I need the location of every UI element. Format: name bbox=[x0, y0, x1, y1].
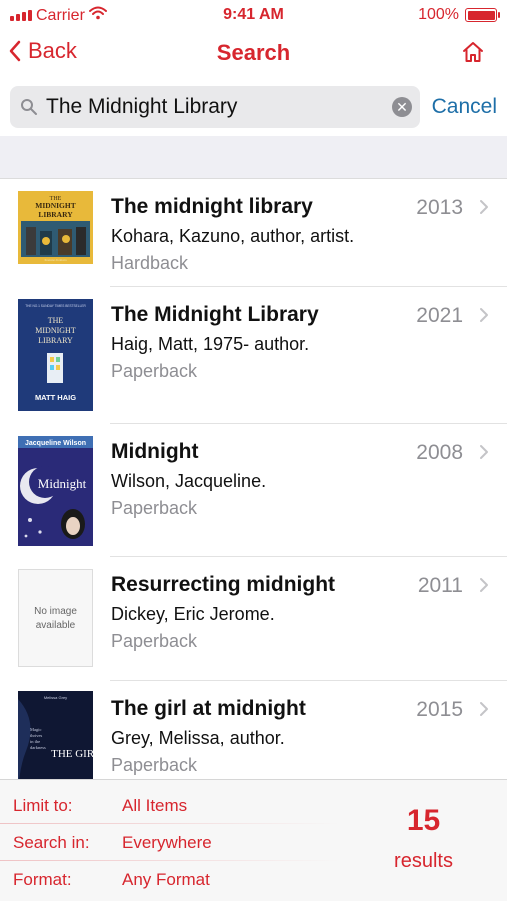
search-bar: The Midnight Library ✕ Cancel bbox=[0, 78, 507, 136]
section-spacer bbox=[0, 136, 507, 179]
result-title: The Midnight Library bbox=[111, 303, 319, 326]
search-icon bbox=[21, 99, 37, 115]
status-bar: Carrier 9:41 AM 100% bbox=[0, 0, 507, 30]
result-title: Midnight bbox=[111, 440, 199, 463]
chevron-right-icon bbox=[480, 578, 488, 592]
battery-icon bbox=[465, 8, 500, 22]
result-author: Grey, Melissa, author. bbox=[111, 728, 285, 748]
result-title: The girl at midnight bbox=[111, 697, 306, 720]
filter-label: Limit to: bbox=[13, 796, 73, 815]
cover-text: Melissa Grey bbox=[44, 695, 67, 700]
chevron-right-icon bbox=[480, 200, 488, 214]
result-format: Paperback bbox=[111, 631, 198, 651]
book-cover-image: THE NO.1 SUNDAY TIMES BESTSELLER THE MID… bbox=[18, 299, 93, 411]
filter-divider bbox=[0, 823, 340, 824]
cover-text: thrives bbox=[30, 733, 42, 738]
chevron-right-icon bbox=[480, 702, 488, 716]
result-title: The midnight library bbox=[111, 195, 313, 218]
cover-text: THE NO.1 SUNDAY TIMES BESTSELLER bbox=[25, 304, 86, 308]
result-format: Paperback bbox=[111, 498, 198, 518]
results-list: THE MIDNIGHT LIBRARY Kazuno Kohara The m… bbox=[0, 179, 507, 779]
home-icon bbox=[463, 42, 483, 62]
cover-text: No image bbox=[34, 606, 77, 617]
book-cover-image: Jacqueline Wilson Midnight bbox=[18, 436, 93, 546]
result-format: Paperback bbox=[111, 755, 198, 775]
result-title: Resurrecting midnight bbox=[111, 573, 336, 596]
result-year: 2011 bbox=[417, 574, 463, 597]
search-query: The Midnight Library bbox=[46, 95, 238, 118]
filter-value: Any Format bbox=[122, 870, 210, 889]
cover-text: Midnight bbox=[38, 476, 87, 491]
cover-text: THE bbox=[48, 316, 64, 325]
filter-value: Everywhere bbox=[122, 833, 212, 852]
cover-text: in the bbox=[30, 739, 40, 744]
result-author: Dickey, Eric Jerome. bbox=[111, 604, 275, 624]
result-year: 2015 bbox=[416, 698, 463, 721]
filter-label: Format: bbox=[13, 870, 72, 889]
result-format: Hardback bbox=[111, 253, 189, 273]
result-year: 2021 bbox=[416, 304, 463, 327]
result-author: Haig, Matt, 1975- author. bbox=[111, 334, 310, 354]
result-row[interactable]: THE NO.1 SUNDAY TIMES BESTSELLER THE MID… bbox=[0, 287, 507, 424]
book-cover-image: THE MIDNIGHT LIBRARY Kazuno Kohara bbox=[18, 191, 93, 264]
result-row[interactable]: No image available Resurrecting midnight… bbox=[0, 557, 507, 681]
clear-icon[interactable]: ✕ bbox=[392, 97, 412, 117]
filter-value: All Items bbox=[122, 796, 188, 815]
search-input[interactable]: The Midnight Library ✕ bbox=[10, 86, 420, 128]
cover-text: Kazuno Kohara bbox=[44, 258, 67, 262]
cancel-button[interactable]: Cancel bbox=[432, 95, 497, 119]
result-author: Wilson, Jacqueline. bbox=[111, 471, 267, 491]
book-cover-image: Melissa Grey Magic thrives in the darkne… bbox=[18, 691, 93, 779]
no-image-placeholder: No image available bbox=[18, 569, 93, 667]
chevron-right-icon bbox=[480, 445, 488, 459]
home-button[interactable] bbox=[461, 40, 485, 69]
cover-text: Jacqueline Wilson bbox=[25, 440, 86, 447]
cover-text: darkness bbox=[30, 745, 46, 750]
battery-fill bbox=[467, 10, 495, 20]
result-row[interactable]: THE MIDNIGHT LIBRARY Kazuno Kohara The m… bbox=[0, 179, 507, 287]
page-title: Search bbox=[216, 40, 291, 65]
cover-text: Magic bbox=[30, 727, 42, 732]
status-right: 100% bbox=[418, 6, 500, 24]
result-row[interactable]: Jacqueline Wilson Midnight Midnight Wils… bbox=[0, 424, 507, 557]
result-author: Kohara, Kazuno, author, artist. bbox=[111, 226, 355, 246]
results-count-label: results bbox=[394, 850, 453, 872]
filter-search-in[interactable]: Search in: Everywhere bbox=[0, 825, 340, 861]
result-year: 2013 bbox=[416, 196, 463, 219]
cover-text: available bbox=[36, 620, 76, 631]
filter-format[interactable]: Format: Any Format bbox=[0, 862, 340, 898]
cover-text: MATT HAIG bbox=[35, 393, 76, 402]
filter-panel: Limit to: All Items Search in: Everywher… bbox=[0, 779, 507, 901]
navigation-bar: Back Search bbox=[0, 30, 507, 78]
result-year: 2008 bbox=[416, 441, 463, 464]
results-count: 15 bbox=[406, 804, 441, 837]
cover-text: LIBRARY bbox=[38, 210, 73, 219]
filter-divider bbox=[0, 860, 340, 861]
cover-text: LIBRARY bbox=[38, 336, 73, 345]
chevron-right-icon bbox=[480, 308, 488, 322]
cover-text: MIDNIGHT bbox=[35, 326, 76, 335]
result-format: Paperback bbox=[111, 361, 198, 381]
filter-limit-to[interactable]: Limit to: All Items bbox=[0, 788, 340, 824]
result-row[interactable]: Melissa Grey Magic thrives in the darkne… bbox=[0, 681, 507, 779]
battery-percent: 100% bbox=[418, 6, 459, 23]
filter-label: Search in: bbox=[13, 833, 90, 852]
cover-text: MIDNIGHT bbox=[35, 201, 75, 210]
cover-text: THE GIRL bbox=[51, 748, 93, 760]
